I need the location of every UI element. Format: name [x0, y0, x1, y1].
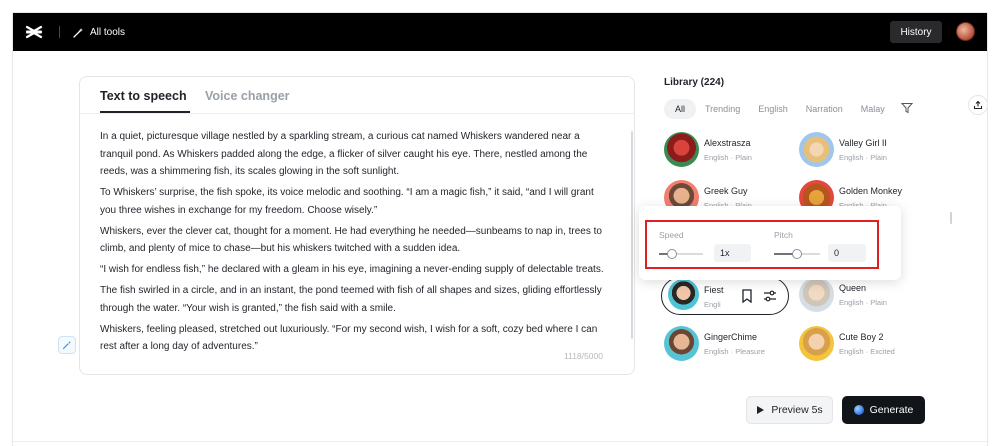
story-paragraph: Whiskers, feeling pleased, stretched out…: [100, 323, 598, 353]
library-scrollbar[interactable]: [950, 212, 952, 224]
voice-avatar: [668, 279, 699, 310]
voice-name: Cute Boy 2: [839, 332, 884, 342]
generate-label: Generate: [869, 404, 914, 416]
story-paragraph: The fish swirled in a circle, and in an …: [100, 285, 602, 314]
magic-wand-icon: [73, 27, 83, 38]
voice-meta: English · Plain: [839, 298, 887, 307]
voice-meta: Engli: [704, 300, 721, 309]
voice-meta: English · Excited: [839, 347, 895, 356]
voice-meta: English · Pleasure: [704, 347, 765, 356]
story-paragraph: To Whiskers’ surprise, the fish spoke, i…: [100, 187, 594, 216]
topbar-divider: [59, 26, 60, 38]
voice-card[interactable]: Cute Boy 2 English · Excited: [799, 326, 929, 362]
top-bar: All tools History: [13, 13, 987, 51]
text-editor-panel: Text to speech Voice changer In a quiet,…: [79, 76, 635, 375]
capcut-logo-icon[interactable]: [25, 24, 43, 40]
highlight-box: [645, 220, 879, 269]
play-icon: [757, 406, 765, 414]
voice-name: Fiest: [704, 285, 724, 295]
voice-avatar: [664, 132, 699, 167]
story-paragraph: “I wish for endless fish,” he declared w…: [100, 264, 604, 275]
active-tab-indicator: [100, 111, 190, 113]
library-filters: All Trending English Narration Malay: [664, 99, 894, 119]
filter-narration[interactable]: Narration: [797, 99, 852, 119]
voice-meta: English · Plain: [704, 153, 752, 162]
upload-voice-button[interactable]: [968, 95, 987, 115]
preview-button[interactable]: Preview 5s: [746, 396, 833, 424]
story-textarea[interactable]: In a quiet, picturesque village nestled …: [100, 128, 610, 359]
voice-card[interactable]: Alexstrasza English · Plain: [664, 132, 794, 168]
voice-name: Queen: [839, 283, 867, 293]
tab-text-to-speech[interactable]: Text to speech: [100, 89, 187, 103]
character-count: 1118/5000: [564, 351, 603, 361]
preview-label: Preview 5s: [771, 404, 823, 416]
voice-meta: English · Plain: [839, 153, 887, 162]
all-tools-button[interactable]: All tools: [73, 24, 125, 40]
magic-pen-icon: [62, 341, 71, 350]
filter-all[interactable]: All: [664, 99, 697, 119]
story-paragraph: In a quiet, picturesque village nestled …: [100, 131, 588, 177]
app-frame: All tools History Text to speech Voice c…: [12, 12, 988, 446]
all-tools-label: All tools: [90, 26, 126, 38]
tab-voice-changer[interactable]: Voice changer: [205, 89, 290, 103]
user-avatar[interactable]: [956, 22, 975, 41]
filter-trending[interactable]: Trending: [696, 99, 749, 119]
ai-write-button[interactable]: [58, 336, 76, 354]
upload-icon: [973, 100, 983, 110]
voice-card[interactable]: GingerChime English · Pleasure: [664, 326, 794, 362]
settings-sliders-icon[interactable]: [763, 289, 777, 303]
filter-icon[interactable]: [901, 102, 913, 114]
bottom-divider: [13, 441, 987, 442]
voice-name: Golden Monkey: [839, 186, 903, 196]
voice-avatar: [799, 277, 834, 312]
voice-name: Valley Girl II: [839, 138, 887, 148]
filter-malay[interactable]: Malay: [852, 99, 894, 119]
story-paragraph: Whiskers, ever the clever cat, thought f…: [100, 225, 602, 255]
generate-button[interactable]: Generate: [842, 396, 925, 424]
generate-orb-icon: [853, 405, 864, 415]
mode-tabs: Text to speech Voice changer: [80, 77, 634, 114]
voice-avatar: [799, 326, 834, 361]
voice-avatar: [799, 132, 834, 167]
bookmark-icon[interactable]: [741, 289, 753, 303]
voice-card[interactable]: Queen English · Plain: [799, 277, 929, 313]
editor-scrollbar[interactable]: [631, 131, 633, 339]
voice-name: GingerChime: [704, 332, 758, 342]
voice-name: Alexstrasza: [704, 138, 751, 148]
voice-avatar: [664, 326, 699, 361]
voice-card[interactable]: Fiest Engli: [668, 279, 798, 315]
voice-card[interactable]: Valley Girl II English · Plain: [799, 132, 929, 168]
history-button[interactable]: History: [890, 21, 942, 43]
filter-english[interactable]: English: [749, 99, 797, 119]
library-title: Library (224): [664, 77, 725, 88]
voice-name: Greek Guy: [704, 186, 748, 196]
